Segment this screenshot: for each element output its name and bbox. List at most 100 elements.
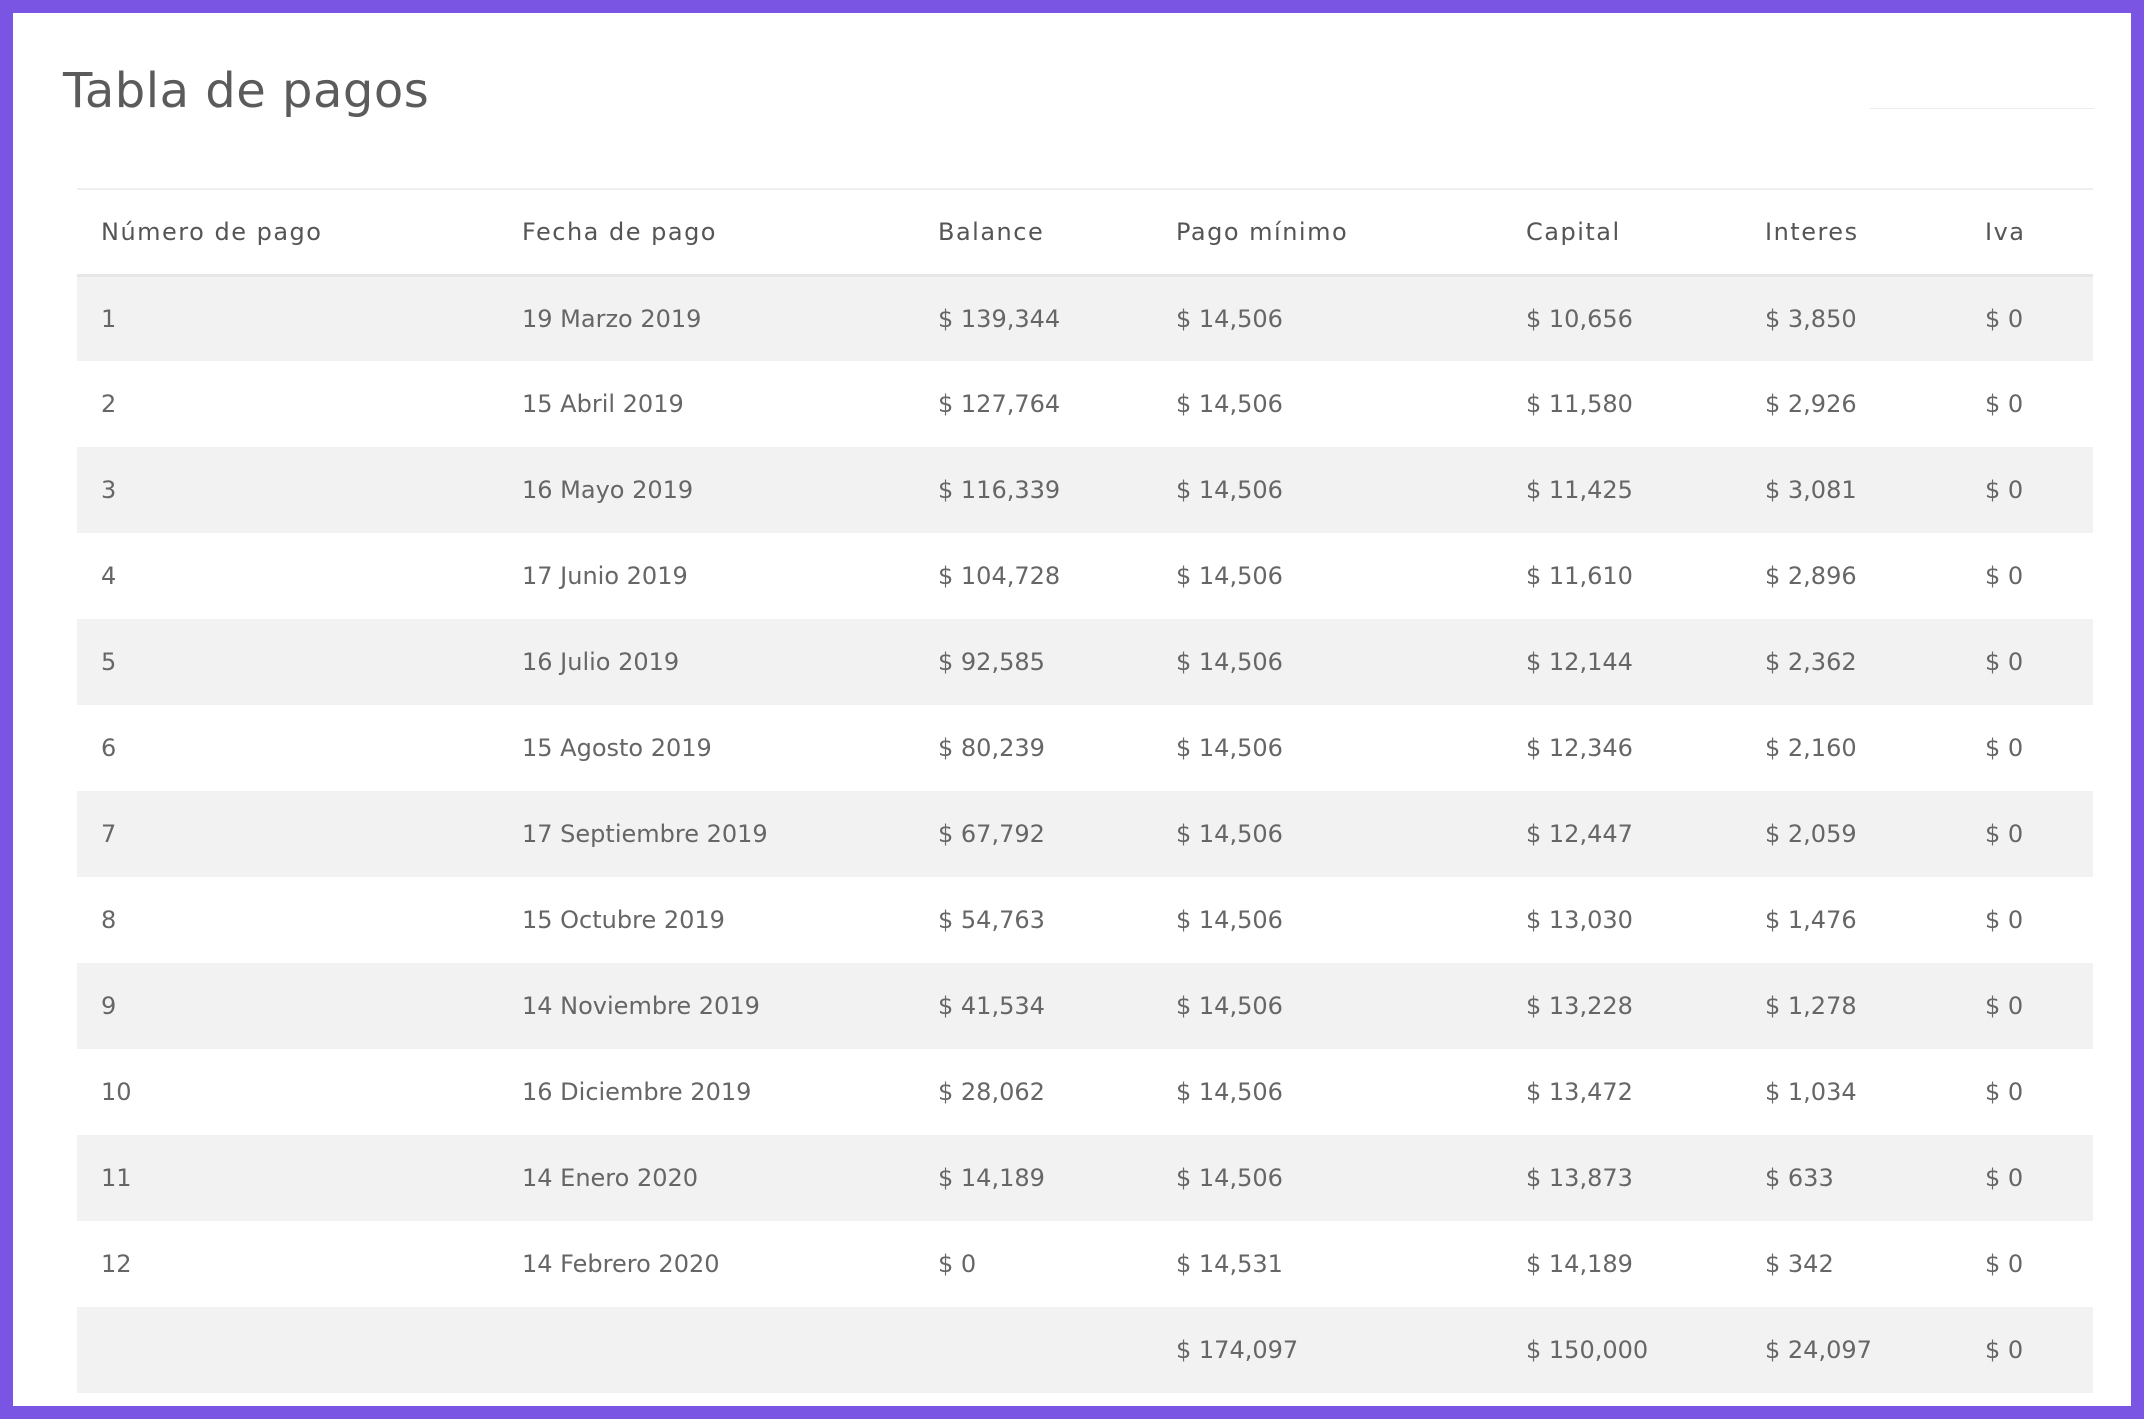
cell-interes: $ 2,896 <box>1765 562 1857 590</box>
cell-pago-minimo: $ 14,506 <box>1176 992 1283 1020</box>
cell-interes: $ 3,850 <box>1765 304 1857 333</box>
cell-numero-de-pago: 3 <box>101 476 117 504</box>
table-row: 3 16 Mayo 2019 $ 116,339 $ 14,506 $ 11,425 $ … <box>77 447 2093 533</box>
header-interes[interactable]: Interes <box>1741 190 1961 277</box>
cell-numero-de-pago <box>77 1307 498 1393</box>
cell-balance: $ 127,764 <box>938 390 1061 418</box>
header-fecha-de-pago[interactable]: Fecha de pago <box>498 190 914 277</box>
header-pago-minimo[interactable]: Pago mínimo <box>1152 190 1502 277</box>
cell-numero-de-pago: 9 <box>101 992 117 1020</box>
table-row: 4 17 Junio 2019 $ 104,728 $ 14,506 $ 11,610 $… <box>77 533 2093 619</box>
cell-fecha-de-pago: 17 Junio 2019 <box>522 562 688 590</box>
cell-interes: $ 2,362 <box>1765 648 1857 676</box>
cell-pago-minimo: $ 14,506 <box>1176 476 1283 504</box>
cell-interes: $ 2,926 <box>1765 390 1857 418</box>
cell-iva: $ 0 <box>1985 304 2024 333</box>
cell-pago-minimo: $ 14,506 <box>1176 906 1283 934</box>
cell-pago-minimo: $ 174,097 <box>1176 1336 1299 1364</box>
cell-interes: $ 1,034 <box>1765 1078 1857 1106</box>
cell-balance: $ 0 <box>938 1250 977 1278</box>
cell-balance: $ 41,534 <box>938 992 1045 1020</box>
cell-fecha-de-pago: 14 Noviembre 2019 <box>522 992 760 1020</box>
cell-capital: $ 12,447 <box>1526 820 1633 848</box>
cell-capital: $ 11,580 <box>1526 390 1633 418</box>
cell-balance: $ 92,585 <box>938 648 1045 676</box>
cell-balance: $ 80,239 <box>938 734 1045 762</box>
cell-iva: $ 0 <box>1985 1336 2024 1364</box>
divider <box>1870 108 2094 109</box>
cell-numero-de-pago: 8 <box>101 906 117 934</box>
cell-numero-de-pago: 2 <box>101 390 117 418</box>
cell-iva: $ 0 <box>1985 476 2024 504</box>
cell-pago-minimo: $ 14,506 <box>1176 648 1283 676</box>
cell-fecha-de-pago <box>498 1307 914 1393</box>
header-iva[interactable]: Iva <box>1961 190 2093 277</box>
cell-numero-de-pago: 11 <box>101 1164 132 1192</box>
cell-interes: $ 2,160 <box>1765 734 1857 762</box>
cell-iva: $ 0 <box>1985 820 2024 848</box>
cell-balance <box>914 1307 1152 1393</box>
cell-balance: $ 104,728 <box>938 562 1061 590</box>
cell-numero-de-pago: 7 <box>101 820 117 848</box>
page-title: Tabla de pagos <box>63 63 430 119</box>
cell-balance: $ 139,344 <box>938 304 1061 333</box>
table-row: 11 14 Enero 2020 $ 14,189 $ 14,506 $ 13,873 $… <box>77 1135 2093 1221</box>
cell-capital: $ 13,228 <box>1526 992 1633 1020</box>
cell-capital: $ 10,656 <box>1526 304 1633 333</box>
cell-numero-de-pago: 10 <box>101 1078 132 1106</box>
cell-interes: $ 633 <box>1765 1164 1834 1192</box>
table-row: 1 19 Marzo 2019 $ 139,344 $ 14,506 $ 10,656 $… <box>77 275 2093 361</box>
cell-capital: $ 13,030 <box>1526 906 1633 934</box>
cell-fecha-de-pago: 15 Agosto 2019 <box>522 734 712 762</box>
table-row: 2 15 Abril 2019 $ 127,764 $ 14,506 $ 11,580 $… <box>77 361 2093 447</box>
cell-capital: $ 12,144 <box>1526 648 1633 676</box>
cell-capital: $ 13,873 <box>1526 1164 1633 1192</box>
cell-iva: $ 0 <box>1985 734 2024 762</box>
cell-fecha-de-pago: 16 Mayo 2019 <box>522 476 694 504</box>
cell-fecha-de-pago: 14 Enero 2020 <box>522 1164 699 1192</box>
cell-interes: $ 24,097 <box>1765 1336 1872 1364</box>
cell-pago-minimo: $ 14,506 <box>1176 1164 1283 1192</box>
table-body: 1 19 Marzo 2019 $ 139,344 $ 14,506 $ 10,656 $… <box>77 275 2093 1393</box>
cell-balance: $ 28,062 <box>938 1078 1045 1106</box>
cell-iva: $ 0 <box>1985 1078 2024 1106</box>
table-row: 10 16 Diciembre 2019 $ 28,062 $ 14,506 $ 13,… <box>77 1049 2093 1135</box>
cell-numero-de-pago: 6 <box>101 734 117 762</box>
cell-numero-de-pago: 5 <box>101 648 117 676</box>
cell-capital: $ 13,472 <box>1526 1078 1633 1106</box>
cell-fecha-de-pago: 19 Marzo 2019 <box>522 304 702 333</box>
cell-balance: $ 67,792 <box>938 820 1045 848</box>
cell-pago-minimo: $ 14,506 <box>1176 1078 1283 1106</box>
cell-interes: $ 2,059 <box>1765 820 1857 848</box>
cell-iva: $ 0 <box>1985 992 2024 1020</box>
cell-balance: $ 54,763 <box>938 906 1045 934</box>
table-row: 12 14 Febrero 2020 $ 0 $ 14,531 $ 14,189 $ 34… <box>77 1221 2093 1307</box>
cell-capital: $ 150,000 <box>1526 1336 1649 1364</box>
cell-capital: $ 12,346 <box>1526 734 1633 762</box>
header-numero-de-pago[interactable]: Número de pago <box>77 190 498 277</box>
table-row: 7 17 Septiembre 2019 $ 67,792 $ 14,506 $ 12,… <box>77 791 2093 877</box>
page-frame: Tabla de pagos Número de pago Fecha de p… <box>0 0 2144 1419</box>
cell-capital: $ 14,189 <box>1526 1250 1633 1278</box>
cell-numero-de-pago: 12 <box>101 1250 132 1278</box>
header-capital[interactable]: Capital <box>1502 190 1741 277</box>
cell-pago-minimo: $ 14,506 <box>1176 820 1283 848</box>
table-header-row: Número de pago Fecha de pago Balance Pag… <box>77 190 2093 277</box>
cell-fecha-de-pago: 14 Febrero 2020 <box>522 1250 720 1278</box>
cell-fecha-de-pago: 15 Abril 2019 <box>522 390 684 418</box>
cell-pago-minimo: $ 14,531 <box>1176 1250 1283 1278</box>
cell-interes: $ 3,081 <box>1765 476 1857 504</box>
cell-fecha-de-pago: 15 Octubre 2019 <box>522 906 725 934</box>
cell-interes: $ 1,476 <box>1765 906 1857 934</box>
cell-pago-minimo: $ 14,506 <box>1176 304 1283 333</box>
payments-table: Número de pago Fecha de pago Balance Pag… <box>77 190 2093 1393</box>
cell-pago-minimo: $ 14,506 <box>1176 390 1283 418</box>
cell-pago-minimo: $ 14,506 <box>1176 562 1283 590</box>
cell-iva: $ 0 <box>1985 906 2024 934</box>
table-row: 9 14 Noviembre 2019 $ 41,534 $ 14,506 $ 13,2… <box>77 963 2093 1049</box>
cell-numero-de-pago: 1 <box>101 304 117 333</box>
cell-iva: $ 0 <box>1985 1250 2024 1278</box>
cell-capital: $ 11,425 <box>1526 476 1633 504</box>
cell-iva: $ 0 <box>1985 1164 2024 1192</box>
header-balance[interactable]: Balance <box>914 190 1152 277</box>
